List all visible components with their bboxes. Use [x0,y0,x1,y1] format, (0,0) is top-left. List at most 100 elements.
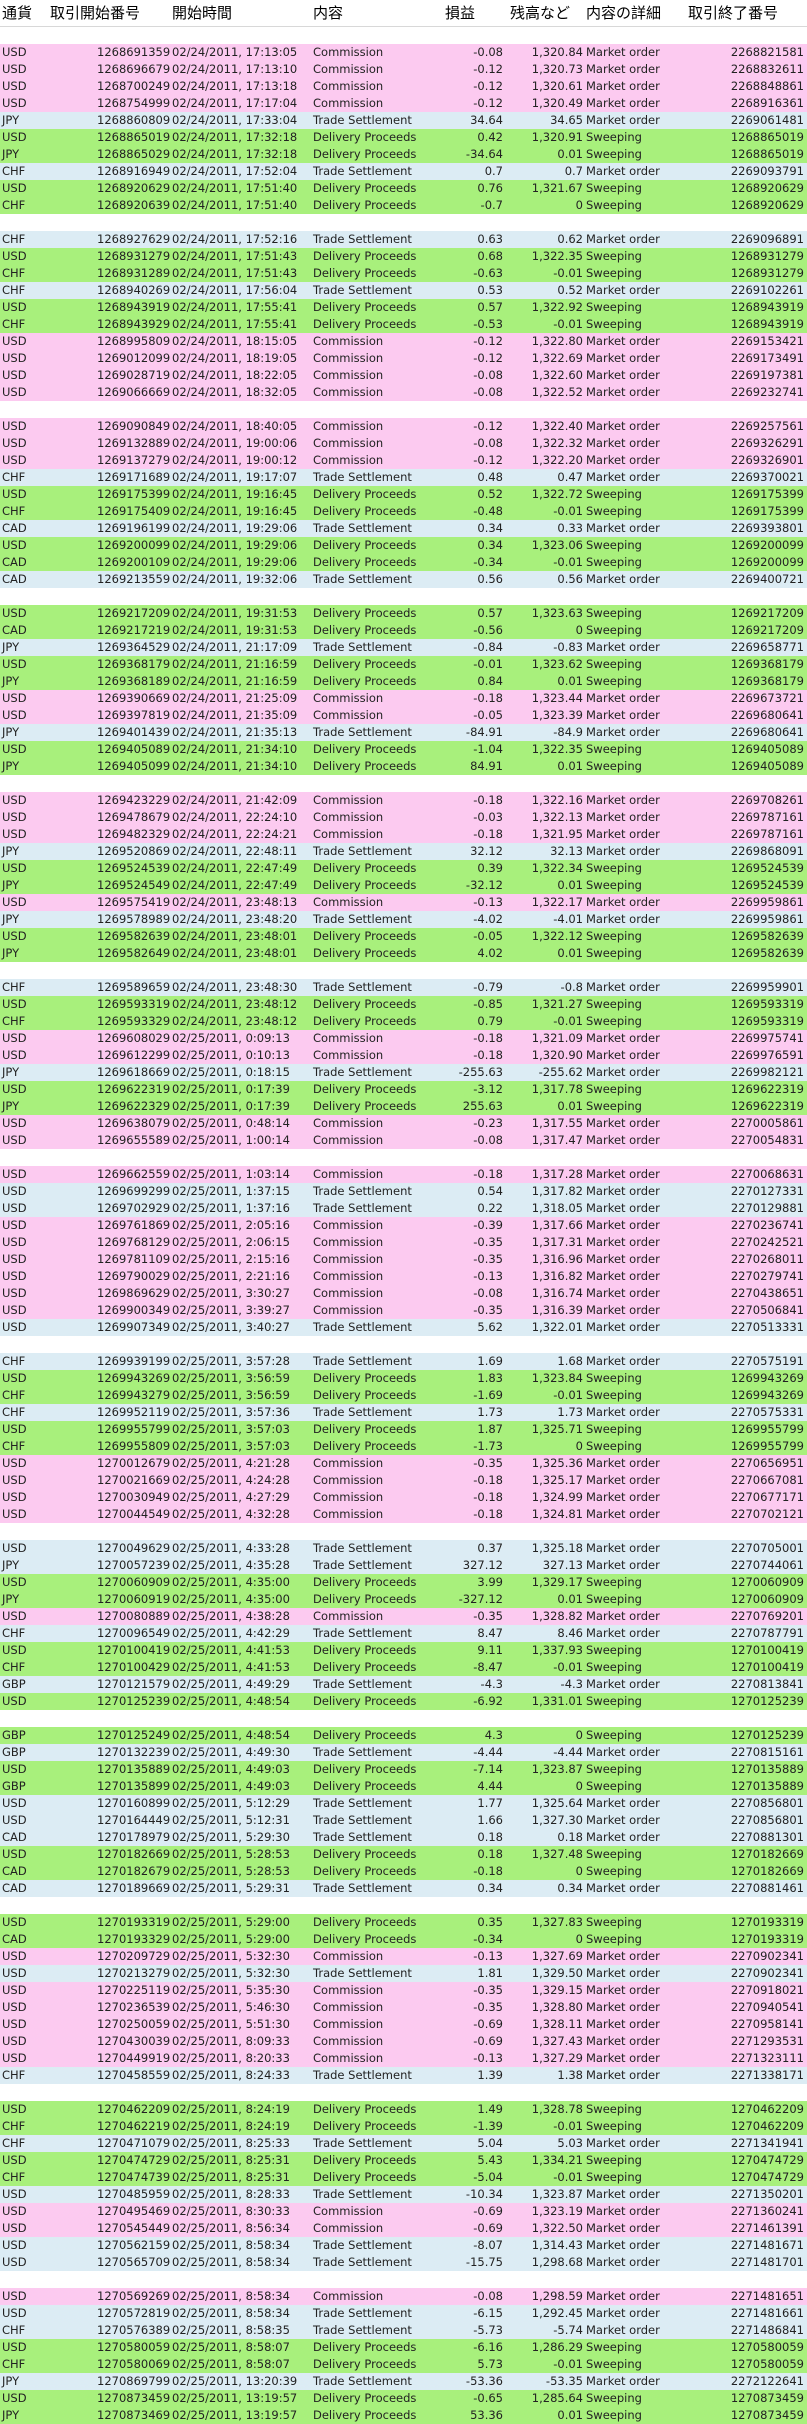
start-id-cell: 1270057239 [97,1558,171,1572]
table-row: JPY 1269368189 02/24/2011, 21:16:59 Deliver… [0,673,807,690]
balance-cell: 1,327.83 [531,1915,583,1929]
end-id-cell: 2270667081 [730,1473,804,1487]
table-row: USD 1270030949 02/25/2011, 4:27:29 Commissi… [0,1489,807,1506]
start-time-cell: 02/25/2011, 4:35:28 [172,1558,290,1572]
balance-cell: 1,320.91 [531,130,583,144]
balance-cell: 34.65 [550,113,583,127]
pnl-cell: 53.36 [470,2408,503,2422]
detail-cell: Sweeping [586,1762,642,1776]
pnl-cell: 0.63 [477,232,503,246]
detail-cell: Market order [586,980,660,994]
table-row: USD 1269955799 02/25/2011, 3:57:03 Delivery… [0,1421,807,1438]
group-separator [0,1710,807,1727]
table-row: USD 1268754999 02/24/2011, 17:17:04 Commiss… [0,95,807,112]
description-cell: Commission [313,1133,384,1147]
start-time-cell: 02/24/2011, 22:24:21 [172,827,298,841]
detail-cell: Market order [586,1354,660,1368]
start-time-cell: 02/24/2011, 19:17:07 [172,470,298,484]
description-cell: Delivery Proceeds [313,997,417,1011]
currency-cell: USD [2,1949,27,1963]
end-id-cell: 2269658771 [730,640,804,654]
detail-cell: Market order [586,1235,660,1249]
end-id-cell: 2270279741 [730,1269,804,1283]
detail-cell: Market order [586,1116,660,1130]
currency-cell: CAD [2,555,27,569]
description-cell: Commission [313,368,384,382]
description-cell: Trade Settlement [313,1966,412,1980]
start-id-cell: 1269943279 [97,1388,171,1402]
pnl-cell: 1.73 [477,1405,503,1419]
description-cell: Delivery Proceeds [313,130,417,144]
start-id-cell: 1269217219 [97,623,171,637]
pnl-cell: -0.48 [473,504,503,518]
detail-cell: Sweeping [586,181,642,195]
detail-cell: Market order [586,1218,660,1232]
balance-cell: 1,327.48 [531,1847,583,1861]
balance-cell: 1,327.29 [531,2051,583,2065]
end-id-cell: 2269173491 [730,351,804,365]
detail-cell: Sweeping [586,1779,642,1793]
header-pnl: 損益 [445,4,476,22]
detail-cell: Sweeping [586,742,642,756]
end-id-cell: 1268920629 [730,181,804,195]
start-time-cell: 02/24/2011, 23:48:30 [172,980,298,994]
pnl-cell: -0.08 [473,385,503,399]
detail-cell: Market order [586,436,660,450]
start-id-cell: 1268920629 [97,181,171,195]
detail-cell: Market order [586,1065,660,1079]
start-time-cell: 02/24/2011, 22:48:11 [172,844,298,858]
pnl-cell: 0.7 [484,164,503,178]
balance-cell: 1,328.80 [531,2000,583,2014]
detail-cell: Market order [586,521,660,535]
pnl-cell: -0.08 [473,1133,503,1147]
detail-cell: Sweeping [586,1694,642,1708]
pnl-cell: 84.91 [470,759,503,773]
end-id-cell: 2268821581 [730,45,804,59]
start-time-cell: 02/25/2011, 4:21:28 [172,1456,290,1470]
start-id-cell: 1270164449 [97,1813,171,1827]
start-time-cell: 02/25/2011, 4:38:28 [172,1609,290,1623]
description-cell: Delivery Proceeds [313,2170,417,2184]
detail-cell: Sweeping [586,623,642,637]
start-time-cell: 02/25/2011, 0:10:13 [172,1048,290,1062]
balance-cell: 1,321.67 [531,181,583,195]
currency-cell: GBP [2,1745,26,1759]
currency-cell: USD [2,1813,27,1827]
currency-cell: USD [2,810,27,824]
start-id-cell: 1268691359 [97,45,171,59]
detail-cell: Sweeping [586,1592,642,1606]
end-id-cell: 2270787791 [730,1626,804,1640]
description-cell: Delivery Proceeds [313,1643,417,1657]
pnl-cell: 0.48 [477,470,503,484]
end-id-cell: 1268931279 [730,249,804,263]
start-id-cell: 1270060909 [97,1575,171,1589]
start-time-cell: 02/25/2011, 8:58:07 [172,2340,290,2354]
table-row: USD 1268995809 02/24/2011, 18:15:05 Commiss… [0,333,807,350]
description-cell: Commission [313,1031,384,1045]
start-id-cell: 1270430039 [97,2034,171,2048]
balance-cell: 0.01 [557,1592,583,1606]
start-time-cell: 02/25/2011, 8:58:34 [172,2306,290,2320]
description-cell: Commission [313,351,384,365]
table-row: USD 1269612299 02/25/2011, 0:10:13 Commissi… [0,1047,807,1064]
currency-cell: USD [2,79,27,93]
start-time-cell: 02/25/2011, 8:30:33 [172,2204,290,2218]
start-id-cell: 1270458559 [97,2068,171,2082]
start-id-cell: 1269943269 [97,1371,171,1385]
detail-cell: Sweeping [586,487,642,501]
start-id-cell: 1269524539 [97,861,171,875]
header-end-id: 取引終了番号 [688,4,779,22]
start-id-cell: 1270474739 [97,2170,171,2184]
detail-cell: Market order [586,2204,660,2218]
detail-cell: Market order [586,1303,660,1317]
description-cell: Delivery Proceeds [313,1915,417,1929]
table-row: USD 1268696679 02/24/2011, 17:13:10 Commiss… [0,61,807,78]
end-id-cell: 2270902341 [730,1949,804,1963]
detail-cell: Market order [586,1626,660,1640]
balance-cell: 0.34 [557,1881,583,1895]
end-id-cell: 2272122641 [730,2374,804,2388]
start-id-cell: 1269368179 [97,657,171,671]
table-row: CHF 1268931289 02/24/2011, 17:51:43 Deliver… [0,265,807,282]
table-row: USD 1269699299 02/25/2011, 1:37:15 Trade Se… [0,1183,807,1200]
table-row: USD 1269638079 02/25/2011, 0:48:14 Commissi… [0,1115,807,1132]
